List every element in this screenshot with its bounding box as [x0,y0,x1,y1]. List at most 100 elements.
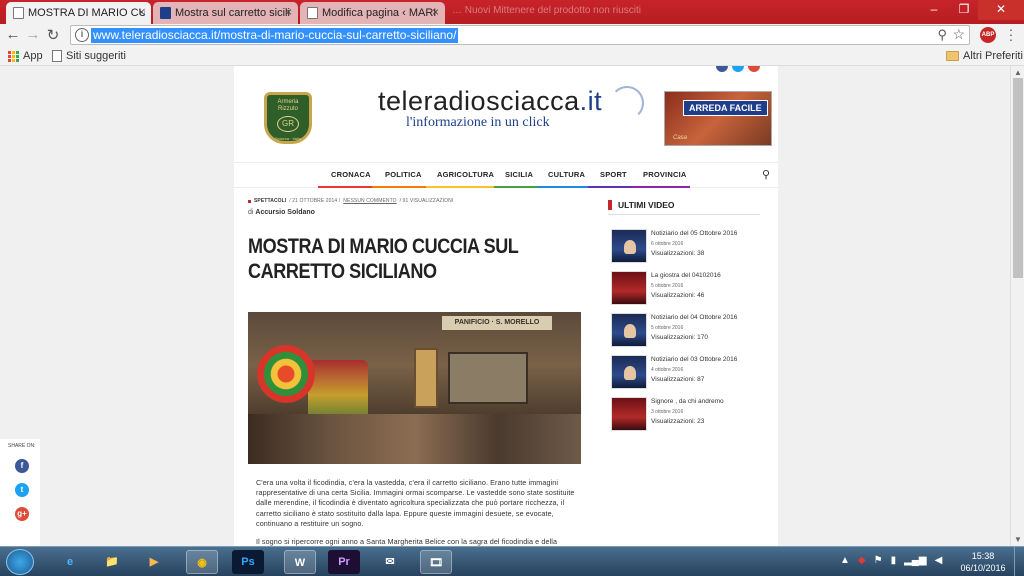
url-text[interactable]: www.teleradiosciacca.it/mostra-di-mario-… [91,28,459,43]
page-icon [13,7,24,19]
tab-carretto[interactable]: Mostra sul carretto sicili × [153,2,298,24]
category-square-icon [248,199,251,203]
maximize-button[interactable]: ❐ [950,0,978,20]
logo-tagline: l'informazione in un click [406,115,550,130]
video-item[interactable]: Notiziario del 04 Ottobre 2016 5 ottobre… [608,313,760,353]
video-thumbnail[interactable] [611,355,647,389]
video-date: 3 ottobre 2016 [651,409,684,415]
close-icon[interactable]: × [285,5,292,19]
photo-door [414,348,438,408]
search-icon[interactable]: ⚲ [937,27,947,43]
video-title[interactable]: La giostra del 04102016 [651,272,721,279]
bookmark-other[interactable]: Altri Preferiti [946,50,1023,62]
googleplus-share-icon[interactable]: g+ [15,507,29,521]
clock-time: 15:38 [971,551,995,561]
article-meta: SPETTACOLI / 21 OTTOBRE 2014 / NESSUN CO… [248,198,582,204]
network-icon[interactable]: ▮ [891,555,897,566]
address-bar[interactable]: i www.teleradiosciacca.it/mostra-di-mari… [70,25,970,45]
back-arrow-icon[interactable]: ← [4,26,22,43]
nav-item-provincia[interactable]: PROVINCIA [643,170,686,179]
adblock-extension-icon[interactable]: ABP [980,27,996,43]
scroll-down-icon[interactable]: ▼ [1011,535,1024,544]
start-button[interactable] [6,549,34,575]
video-item[interactable]: Notiziario del 03 Ottobre 2016 4 ottobre… [608,355,760,395]
nav-color-bar [372,186,426,188]
mail-icon[interactable]: ✉ [374,550,406,574]
article-views: / 91 VISUALIZZAZIONI [399,198,454,204]
nav-item-cronaca[interactable]: CRONACA [331,170,371,179]
photo-flowers [254,342,334,422]
article-comments[interactable]: NESSUN COMMENTO [343,198,396,204]
scroll-thumb[interactable] [1013,78,1023,278]
facebook-icon[interactable] [716,66,728,72]
chrome-icon[interactable]: ◉ [186,550,218,574]
photo-crowd [248,414,581,464]
video-app-icon[interactable]: 🎞 [420,550,452,574]
nav-item-agricoltura[interactable]: AGRICOLTURA [437,170,494,179]
tab-mostra[interactable]: MOSTRA DI MARIO CUC × [6,2,151,24]
info-icon[interactable]: i [75,28,89,42]
bookmark-star-icon[interactable]: ☆ [952,26,965,43]
page-scrollbar[interactable]: ▲ ▼ [1010,66,1024,546]
video-item[interactable]: Notiziario del 05 Ottobre 2016 6 ottobre… [608,229,760,269]
show-desktop-button[interactable] [1014,547,1024,576]
minimize-button[interactable]: – [920,0,948,20]
nav-item-sicilia[interactable]: SICILIA [505,170,533,179]
video-item[interactable]: Signore , da chi andremo 3 ottobre 2016 … [608,397,760,437]
ie-icon[interactable]: e [54,550,86,574]
video-thumbnail[interactable] [611,313,647,347]
video-title[interactable]: Notiziario del 05 Ottobre 2016 [651,230,737,237]
twitter-icon[interactable] [732,66,744,72]
nav-color-bar [538,186,588,188]
flag-icon[interactable]: ⚑ [874,555,883,566]
nav-item-sport[interactable]: SPORT [600,170,627,179]
article-photo[interactable]: PANIFICIO · S. MORELLO [248,312,581,464]
author-name[interactable]: Accursio Soldano [255,209,315,216]
media-player-icon[interactable]: ▶ [138,550,170,574]
volume-icon[interactable]: ◀ [935,555,943,566]
scroll-up-icon[interactable]: ▲ [1011,68,1024,77]
forward-arrow-icon[interactable]: → [24,26,42,43]
armeria-ad[interactable]: Armeria Rizzuto GR Sciacca · Italia [264,92,312,144]
bookmark-apps[interactable]: App [8,50,43,62]
video-thumbnail[interactable] [611,271,647,305]
close-icon[interactable]: × [432,5,439,19]
arreda-facile-ad[interactable]: ARREDA FACILE Casa [664,91,772,146]
video-thumbnail[interactable] [611,229,647,263]
video-item[interactable]: La giostra del 04102016 5 ottobre 2016 V… [608,271,760,311]
video-title[interactable]: Signore , da chi andremo [651,398,724,405]
explorer-icon[interactable]: 📁 [96,550,128,574]
bookmark-suggested[interactable]: Siti suggeriti [52,50,126,62]
video-title[interactable]: Notiziario del 04 Ottobre 2016 [651,314,737,321]
video-date: 4 ottobre 2016 [651,367,684,373]
video-title[interactable]: Notiziario del 03 Ottobre 2016 [651,356,737,363]
photoshop-icon[interactable]: Ps [232,550,264,574]
nav-item-politica[interactable]: POLITICA [385,170,422,179]
ad-text: Armeria [277,99,299,105]
ad-subtext: Casa [673,135,688,141]
video-date: 5 ottobre 2016 [651,325,684,331]
ad-brand: ARREDA FACILE [683,100,768,116]
clock[interactable]: 15:38 06/10/2016 [958,550,1008,574]
facebook-share-icon[interactable]: f [15,459,29,473]
system-tray: ▲ ◆ ⚑ ▮ ▂▄▆ ◀ [840,555,942,566]
search-icon[interactable]: ⚲ [762,168,770,181]
reload-icon[interactable]: ↻ [44,26,62,44]
tab-modifica[interactable]: Modifica pagina ‹ MARI × [300,2,445,24]
new-tab-area[interactable]: … Nuovi Mittenere del prodotto non riusc… [452,5,641,16]
word-icon[interactable]: W [284,550,316,574]
premiere-icon[interactable]: Pr [328,550,360,574]
googleplus-icon[interactable] [748,66,760,72]
twitter-share-icon[interactable]: t [15,483,29,497]
article-category[interactable]: SPETTACOLI [254,198,286,204]
tray-arrow-icon[interactable]: ▲ [840,555,850,566]
close-icon[interactable]: × [138,5,145,19]
video-thumbnail[interactable] [611,397,647,431]
menu-icon[interactable]: · · · [1006,22,1016,46]
close-window-button[interactable]: ✕ [978,0,1024,20]
site-logo[interactable]: teleradiosciacca.it l'informazione in un… [378,86,644,131]
acrobat-icon[interactable]: ◆ [858,555,866,566]
signal-icon[interactable]: ▂▄▆ [904,555,926,566]
nav-item-cultura[interactable]: CULTURA [548,170,585,179]
share-label: SHARE ON: [8,443,36,449]
